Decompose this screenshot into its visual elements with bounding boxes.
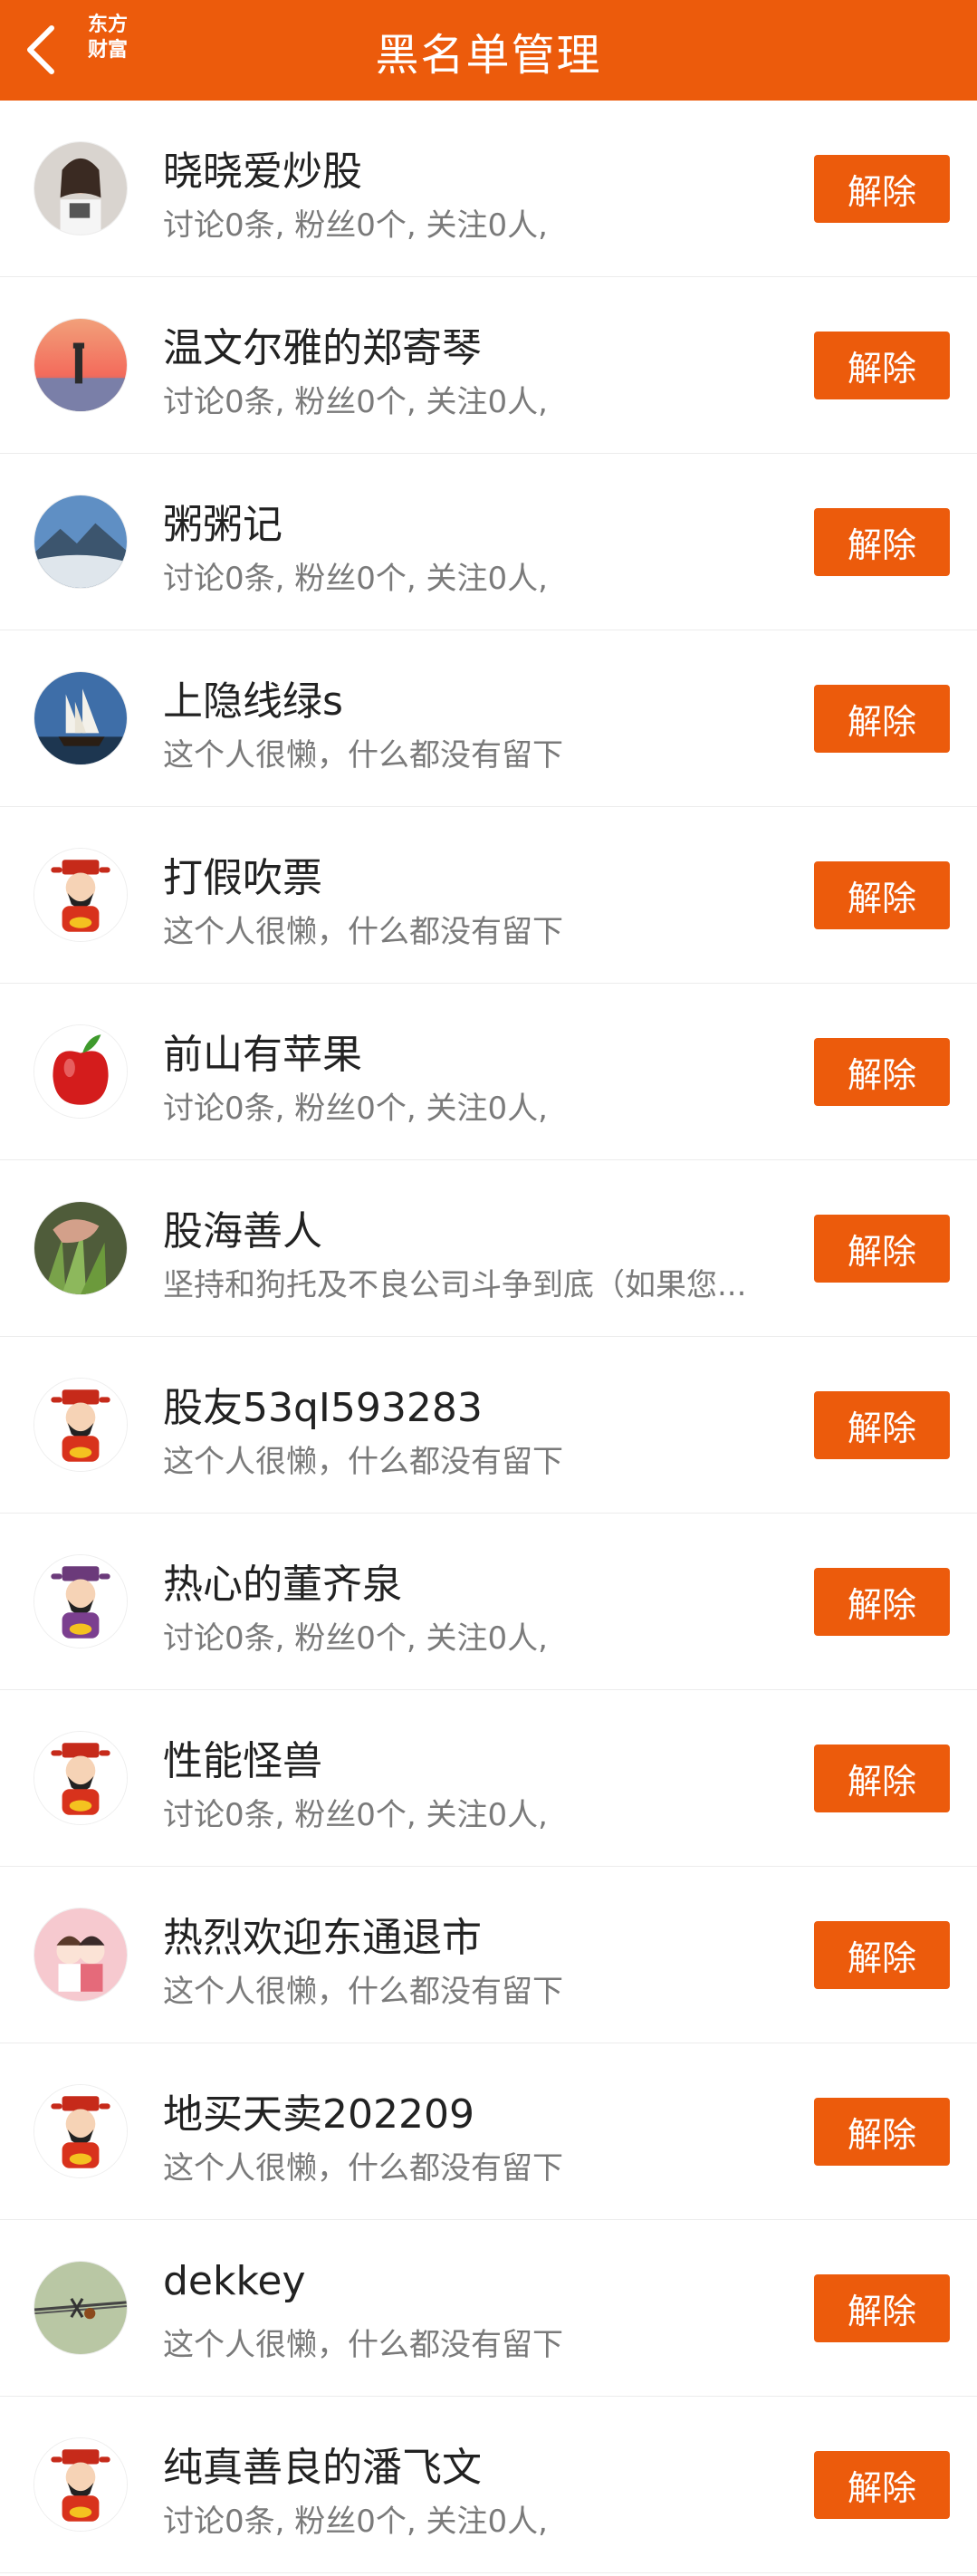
user-description: 讨论0条, 粉丝0个, 关注0人, <box>163 1620 548 1657</box>
back-button[interactable] <box>18 18 63 82</box>
user-name[interactable]: dekkey <box>163 2258 797 2304</box>
user-description: 讨论0条, 粉丝0个, 关注0人, <box>163 384 548 420</box>
unblock-button[interactable]: 解除 <box>814 685 950 753</box>
list-item[interactable]: 股友53qI593283 这个人很懒，什么都没有留下 解除 <box>0 1337 977 1514</box>
user-description: 这个人很懒，什么都没有留下 <box>163 2150 563 2187</box>
user-name[interactable]: 纯真善良的潘飞文 <box>163 2435 797 2493</box>
user-description: 讨论0条, 粉丝0个, 关注0人, <box>163 561 548 597</box>
unblock-button[interactable]: 解除 <box>814 1391 950 1459</box>
unblock-button[interactable]: 解除 <box>814 2451 950 2519</box>
sailing-ship-avatar[interactable] <box>34 671 128 765</box>
user-name[interactable]: 前山有苹果 <box>163 1022 797 1080</box>
unblock-button[interactable]: 解除 <box>814 1921 950 1989</box>
unblock-button[interactable]: 解除 <box>814 332 950 399</box>
mountain-avatar[interactable] <box>34 495 128 589</box>
list-item[interactable]: 上隐线绿s 这个人很懒，什么都没有留下 解除 <box>0 630 977 807</box>
user-description: 讨论0条, 粉丝0个, 关注0人, <box>163 1091 548 1127</box>
list-item[interactable]: 打假吹票这个人很懒，什么都没有留下 解除 <box>0 807 977 984</box>
user-name[interactable]: 热烈欢迎东通退市 <box>163 1905 797 1963</box>
plant-hand-avatar[interactable] <box>34 1201 128 1295</box>
unblock-button[interactable]: 解除 <box>814 861 950 929</box>
blacklist: 晓晓爱炒股 讨论0条, 粉丝0个, 关注0人, 解除 温文尔雅的郑寄琴 讨论0条, 粉丝… <box>0 101 977 2573</box>
unblock-button[interactable]: 解除 <box>814 2098 950 2166</box>
list-item[interactable]: dekkey 这个人很懒，什么都没有留下 解除 <box>0 2220 977 2397</box>
user-description: 讨论0条, 粉丝0个, 关注0人, <box>163 2504 548 2540</box>
logo-line-1: 东方 <box>87 14 128 36</box>
unblock-button[interactable]: 解除 <box>814 1568 950 1636</box>
user-name[interactable]: 打假吹票 <box>163 845 797 903</box>
page-title: 黑名单管理 <box>375 29 602 81</box>
list-item[interactable]: 性能怪兽讨论0条, 粉丝0个, 关注0人, 解除 <box>0 1690 977 1867</box>
user-name[interactable]: 股海善人 <box>163 1198 797 1256</box>
unblock-button[interactable]: 解除 <box>814 1215 950 1283</box>
unblock-button[interactable]: 解除 <box>814 155 950 223</box>
list-item[interactable]: 温文尔雅的郑寄琴讨论0条, 粉丝0个, 关注0人, 解除 <box>0 277 977 454</box>
user-description: 讨论0条, 粉丝0个, 关注0人, <box>163 1797 548 1833</box>
fortune-god-avatar[interactable] <box>34 2437 128 2532</box>
user-name[interactable]: 股友53qI593283 <box>163 1375 797 1433</box>
list-item[interactable]: 热烈欢迎东通退市这个人很懒，什么都没有留下 解除 <box>0 1867 977 2043</box>
chevron-left-icon <box>27 25 54 74</box>
user-name[interactable]: 上隐线绿s <box>163 668 797 726</box>
sunset-lighthouse-avatar[interactable] <box>34 318 128 412</box>
apple-avatar[interactable] <box>34 1024 128 1119</box>
user-name[interactable]: 热心的董齐泉 <box>163 1552 797 1610</box>
list-item[interactable]: 粥粥记讨论0条, 粉丝0个, 关注0人, 解除 <box>0 454 977 630</box>
user-name[interactable]: 粥粥记 <box>163 492 797 550</box>
fortune-god-avatar[interactable] <box>34 1731 128 1825</box>
user-description: 这个人很懒，什么都没有留下 <box>163 1974 563 2010</box>
user-description: 这个人很懒，什么都没有留下 <box>163 737 563 774</box>
user-name[interactable]: 性能怪兽 <box>163 1728 797 1786</box>
user-name[interactable]: 温文尔雅的郑寄琴 <box>163 315 797 373</box>
user-description: 坚持和狗托及不良公司斗争到底（如果您... <box>163 1267 747 1303</box>
barbed-wire-avatar[interactable] <box>34 2261 128 2355</box>
user-description: 这个人很懒，什么都没有留下 <box>163 914 563 950</box>
list-item[interactable]: 纯真善良的潘飞文讨论0条, 粉丝0个, 关注0人, 解除 <box>0 2397 977 2573</box>
user-name[interactable]: 地买天卖202209 <box>163 2081 797 2139</box>
user-description: 讨论0条, 粉丝0个, 关注0人, <box>163 207 548 244</box>
list-item[interactable]: 前山有苹果讨论0条, 粉丝0个, 关注0人, 解除 <box>0 984 977 1160</box>
fortune-god-purple-avatar[interactable] <box>34 1554 128 1648</box>
logo-line-2: 财富 <box>87 39 128 62</box>
photo-avatar[interactable] <box>34 141 128 235</box>
user-description: 这个人很懒，什么都没有留下 <box>163 1444 563 1480</box>
user-name[interactable]: 晓晓爱炒股 <box>163 139 797 197</box>
list-item[interactable]: 晓晓爱炒股讨论0条, 粉丝0个, 关注0人, 解除 <box>0 101 977 277</box>
fortune-god-avatar[interactable] <box>34 2084 128 2178</box>
fortune-god-avatar[interactable] <box>34 1378 128 1472</box>
list-item[interactable]: 热心的董齐泉讨论0条, 粉丝0个, 关注0人, 解除 <box>0 1514 977 1690</box>
top-bar: 东方 财富 黑名单管理 <box>0 0 977 101</box>
list-item[interactable]: 地买天卖202209 这个人很懒，什么都没有留下 解除 <box>0 2043 977 2220</box>
app-logo: 东方 财富 <box>80 13 136 63</box>
fortune-god-avatar[interactable] <box>34 848 128 942</box>
user-description: 这个人很懒，什么都没有留下 <box>163 2327 563 2363</box>
unblock-button[interactable]: 解除 <box>814 2274 950 2342</box>
unblock-button[interactable]: 解除 <box>814 1745 950 1812</box>
unblock-button[interactable]: 解除 <box>814 508 950 576</box>
list-item[interactable]: 股海善人坚持和狗托及不良公司斗争到底（如果您... 解除 <box>0 1160 977 1337</box>
unblock-button[interactable]: 解除 <box>814 1038 950 1106</box>
cartoon-couple-avatar[interactable] <box>34 1908 128 2002</box>
